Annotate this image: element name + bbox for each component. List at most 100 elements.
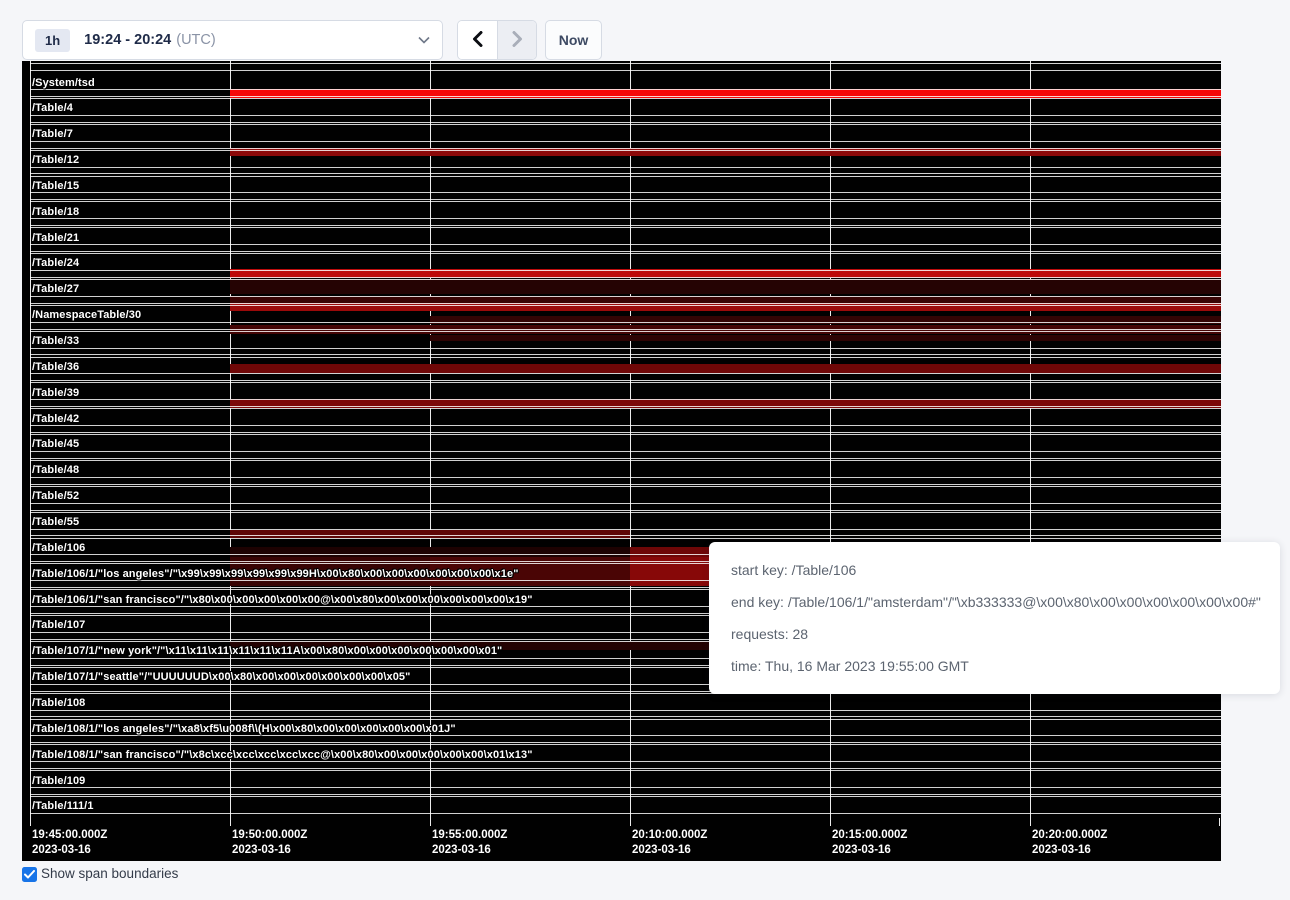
axis-tick-label: 20:10:00.000Z2023-03-16 (632, 828, 707, 858)
span-boundary-line (30, 227, 1221, 228)
span-boundary-line (30, 98, 1221, 99)
row-key-label: /Table/52 (32, 490, 79, 502)
tooltip-line: start key: /Table/106 (731, 562, 1258, 578)
span-boundary-line (30, 744, 1221, 745)
heat-band (230, 364, 1221, 373)
axis-tick-label: 20:20:00.000Z2023-03-16 (1032, 828, 1107, 858)
time-range-duration-badge: 1h (35, 29, 70, 52)
span-boundary-line (30, 270, 1221, 271)
row-key-label: /Table/106/1/"san francisco"/"\x80\x00\x… (32, 594, 533, 606)
axis-date-label: 2023-03-16 (632, 843, 707, 858)
previous-interval-button[interactable] (458, 21, 497, 59)
heat-band (230, 279, 1221, 294)
row-key-label: /System/tsd (32, 77, 95, 89)
time-nav-button-group (457, 20, 537, 60)
row-key-label: /Table/42 (32, 413, 79, 425)
span-boundary-line (30, 115, 1221, 116)
span-boundary-line (30, 382, 1221, 383)
checkbox-checked-icon[interactable] (22, 867, 37, 882)
row-key-label: /Table/27 (32, 283, 79, 295)
row-key-label: /Table/36 (32, 361, 79, 373)
span-boundary-line (30, 794, 1221, 795)
span-boundary-line (30, 357, 1221, 358)
row-key-label: /Table/108/1/"san francisco"/"\x8c\xcc\x… (32, 749, 533, 761)
row-key-label: /Table/24 (32, 257, 79, 269)
span-boundary-line (30, 813, 1221, 814)
axis-date-label: 2023-03-16 (832, 843, 907, 858)
span-boundary-line (30, 451, 1221, 452)
axis-time-label: 19:45:00.000Z (32, 828, 107, 843)
span-boundary-line (30, 477, 1221, 478)
chevron-right-icon (512, 31, 523, 50)
span-boundary-line (30, 529, 1221, 530)
span-boundary-line (30, 719, 1221, 720)
span-boundary-line (30, 199, 1221, 200)
axis-time-label: 20:20:00.000Z (1032, 828, 1107, 843)
span-boundary-line (30, 399, 1221, 400)
span-boundary-line (30, 408, 1221, 409)
span-boundary-line (30, 124, 1221, 125)
axis-tick-label: 19:50:00.000Z2023-03-16 (232, 828, 307, 858)
row-key-label: /Table/111/1 (32, 800, 94, 812)
span-boundary-line (30, 251, 1221, 252)
span-boundary-line (30, 279, 1221, 280)
span-boundary-line (30, 63, 1221, 64)
span-boundary-line (30, 141, 1221, 142)
span-boundary-line (30, 716, 1221, 717)
span-boundary-line (30, 787, 1221, 788)
heat-band (230, 530, 630, 538)
span-boundary-line (30, 201, 1221, 202)
span-boundary-line (30, 458, 1221, 459)
span-boundary-line (30, 484, 1221, 485)
span-boundary-line (30, 89, 1221, 90)
span-boundary-line (30, 425, 1221, 426)
axis-time-label: 20:15:00.000Z (832, 828, 907, 843)
span-boundary-line (30, 710, 1221, 711)
chevron-down-icon (418, 36, 430, 44)
span-boundary-line (30, 192, 1221, 193)
row-key-label: /Table/107/1/"new york"/"\x11\x11\x11\x1… (32, 645, 502, 657)
span-boundary-line (30, 486, 1221, 487)
time-range-select[interactable]: 1h 19:24 - 20:24 (UTC) (22, 20, 443, 60)
span-boundary-line (30, 244, 1221, 245)
axis-date-label: 2023-03-16 (432, 843, 507, 858)
span-boundary-line (30, 796, 1221, 797)
row-key-label: /Table/48 (32, 464, 79, 476)
row-key-label: /Table/18 (32, 206, 79, 218)
time-gridline-tick (1219, 818, 1220, 826)
span-boundary-line (30, 503, 1221, 504)
span-boundary-line (30, 176, 1221, 177)
span-boundary-line (30, 331, 1221, 332)
span-tooltip: start key: /Table/106 end key: /Table/106… (709, 542, 1280, 694)
span-boundary-line (30, 150, 1221, 151)
span-boundary-line (30, 348, 1221, 349)
span-boundary-line (30, 761, 1221, 762)
span-boundary-line (30, 432, 1221, 433)
axis-tick-label: 20:15:00.000Z2023-03-16 (832, 828, 907, 858)
row-key-label: /Table/107 (32, 619, 85, 631)
span-boundary-line (30, 406, 1221, 407)
span-boundary-line (30, 148, 1221, 149)
row-key-label: /Table/7 (32, 128, 73, 140)
axis-date-label: 2023-03-16 (32, 843, 107, 858)
span-boundary-line (30, 735, 1221, 736)
row-key-label: /Table/107/1/"seattle"/"UUUUUUD\x00\x80\… (32, 671, 410, 683)
span-boundary-line (30, 538, 1221, 539)
tooltip-line: time: Thu, 16 Mar 2023 19:55:00 GMT (731, 658, 1258, 674)
span-boundary-line (30, 218, 1221, 219)
span-boundary-line (30, 373, 1221, 374)
axis-tick-label: 19:45:00.000Z2023-03-16 (32, 828, 107, 858)
key-visualizer-canvas[interactable]: /System/tsd/Table/4/Table/7/Table/12/Tab… (22, 61, 1221, 861)
span-boundary-line (30, 277, 1221, 278)
span-boundary-line (30, 173, 1221, 174)
tooltip-line: end key: /Table/106/1/"amsterdam"/"\xb33… (731, 594, 1258, 610)
now-button[interactable]: Now (545, 20, 602, 60)
axis-time-label: 19:50:00.000Z (232, 828, 307, 843)
row-key-label: /Table/33 (32, 335, 79, 347)
show-span-boundaries-control[interactable]: Show span boundaries (22, 866, 178, 882)
next-interval-button[interactable] (497, 21, 536, 59)
row-key-label: /Table/15 (32, 180, 79, 192)
chevron-left-icon (472, 31, 483, 50)
row-key-label: /NamespaceTable/30 (32, 309, 141, 321)
axis-tick-label: 19:55:00.000Z2023-03-16 (432, 828, 507, 858)
